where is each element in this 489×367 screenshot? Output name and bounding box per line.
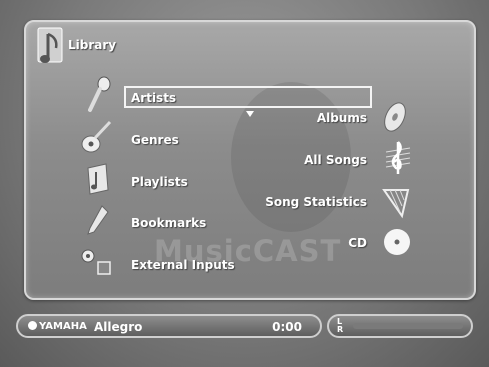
brand-name: YAMAHA (39, 321, 87, 332)
menu-item-cd[interactable]: CD (348, 236, 367, 250)
right-channel-label: R (337, 325, 344, 334)
menu-item-bookmarks[interactable]: Bookmarks (131, 216, 206, 230)
screen: MusicCAST Library Artists Genres Playlis… (0, 0, 489, 367)
menu-item-song-statistics[interactable]: Song Statistics (265, 195, 367, 209)
library-music-note-icon (37, 27, 63, 63)
menu-item-playlists[interactable]: Playlists (131, 175, 188, 189)
harp-icon (382, 189, 410, 219)
menu-item-albums[interactable]: Albums (317, 111, 367, 125)
page-title: Library (68, 38, 117, 52)
menu-item-genres[interactable]: Genres (131, 133, 179, 147)
yamaha-emblem-icon (28, 321, 37, 330)
scroll-down-arrow-icon[interactable] (246, 111, 254, 117)
track-title: Allegro (94, 320, 143, 334)
guitar-icon (81, 120, 112, 153)
menu-item-artists[interactable]: Artists (131, 91, 176, 105)
external-input-icon (81, 249, 111, 275)
music-note-page-icon (87, 163, 109, 195)
disc-icon (384, 102, 406, 132)
brand-logo: YAMAHA (28, 321, 87, 332)
treble-clef-icon (385, 141, 411, 174)
now-playing-bar: YAMAHA Allegro 0:00 (16, 314, 322, 338)
elapsed-time: 0:00 (272, 320, 302, 334)
cd-icon (384, 229, 410, 255)
menu-item-all-songs[interactable]: All Songs (304, 153, 367, 167)
level-meter-bar: L R (327, 314, 473, 338)
menu-item-external-inputs[interactable]: External Inputs (131, 258, 235, 272)
microphone-icon (88, 76, 111, 112)
channel-labels: L R (337, 318, 343, 334)
bookmark-pen-icon (87, 205, 109, 235)
level-meter-track (353, 323, 463, 329)
